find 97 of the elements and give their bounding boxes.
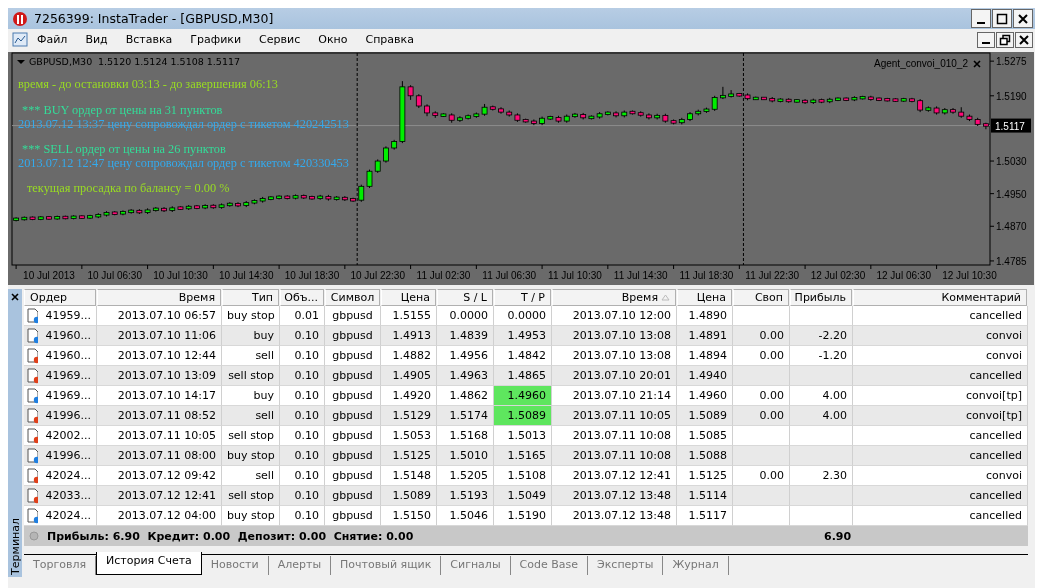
minimize-button[interactable] — [971, 9, 991, 28]
current-price-label: 1.5117 — [991, 118, 1031, 133]
column-header[interactable]: Время — [552, 289, 676, 306]
order-number: 42033... — [45, 488, 91, 504]
close-button[interactable] — [1013, 9, 1033, 28]
tab[interactable]: Алерты — [268, 556, 332, 575]
tab[interactable]: Code Base — [510, 556, 589, 575]
restore-button[interactable] — [996, 31, 1014, 48]
table-cell: 1.5089 — [494, 406, 552, 426]
column-header[interactable]: Комментарий — [853, 289, 1027, 306]
close-icon[interactable] — [11, 293, 19, 301]
status-icon — [29, 531, 39, 541]
dropdown-icon[interactable] — [17, 60, 25, 64]
column-header[interactable]: Объ... — [280, 289, 324, 306]
menu-item[interactable]: Окно — [309, 33, 357, 46]
time-axis-label: 11 Jul 18:30 — [679, 270, 734, 281]
column-header[interactable]: Время — [97, 289, 221, 306]
order-number: 41996... — [45, 408, 91, 424]
chart-message: *** SELL ордер от цены на 26 пунктов — [22, 142, 226, 156]
chart-message: 2013.07.12 13:37 цену сопровождал ордер с тикетом 420242513 — [18, 117, 349, 131]
price-tick-label: 1.4785 — [996, 255, 1027, 267]
tab[interactable]: Почтовый ящик — [331, 556, 442, 575]
time-axis-label: 10 Jul 14:30 — [219, 270, 274, 281]
window-title: 7256399: InstaTrader - [GBPUSD,M30] — [34, 11, 274, 26]
time-axis-label: 12 Jul 10:30 — [942, 270, 997, 281]
menu-item[interactable]: Файл — [28, 33, 77, 46]
menu-item[interactable]: Справка — [356, 33, 423, 46]
time-axis-label: 10 Jul 22:30 — [350, 270, 405, 281]
chart-message: текущая просадка по балансу = 0.00 % — [27, 181, 230, 195]
order-number: 41969... — [45, 368, 91, 384]
price-tick-label: 1.4870 — [996, 221, 1027, 233]
time-axis-label: 11 Jul 06:30 — [482, 270, 537, 281]
tab[interactable]: Сигналы — [441, 556, 511, 575]
order-number: 42024... — [45, 468, 91, 484]
time-axis-label: 12 Jul 02:30 — [810, 270, 866, 281]
maximize-icon — [996, 12, 1008, 25]
order-number: 41996... — [45, 448, 91, 464]
close-icon — [1017, 12, 1029, 25]
column-header[interactable]: Ордер — [24, 289, 96, 306]
tab[interactable]: История Счета — [96, 552, 202, 575]
tab[interactable]: Журнал — [663, 556, 729, 575]
time-axis-label: 11 Jul 10:30 — [548, 270, 602, 281]
chart-message: 2013.07.12 12:47 цену сопровождал ордер с тикетом 420330453 — [18, 156, 349, 170]
candlestick — [720, 86, 726, 100]
chart-message: *** BUY ордер от цены на 31 пунктов — [22, 103, 223, 117]
order-number: 41960... — [45, 348, 91, 364]
table-cell: 1.4960 — [494, 386, 552, 406]
time-axis-label: 11 Jul 14:30 — [613, 270, 668, 281]
tab[interactable]: Новости — [201, 556, 269, 575]
chart-message: время - до остановки 03:13 - до завершения 06:13 — [18, 77, 278, 91]
price-tick-label: 1.5190 — [996, 90, 1027, 102]
menu-item[interactable]: Вид — [76, 33, 117, 46]
time-axis-label: 11 Jul 02:30 — [416, 270, 471, 281]
order-number: 42024... — [45, 508, 91, 524]
menu-item[interactable]: Графики — [181, 33, 251, 46]
time-axis-label: 10 Jul 2013 — [23, 270, 75, 281]
symbol-label: GBPUSD,M30 — [29, 56, 93, 67]
price-tick-label: 1.5030 — [996, 156, 1027, 168]
candlestick — [366, 169, 373, 189]
price-tick-label: 1.4950 — [996, 188, 1027, 200]
column-header[interactable]: Прибыль — [790, 289, 852, 306]
close-icon — [1018, 33, 1030, 46]
column-header[interactable]: Символ — [325, 289, 380, 306]
column-header[interactable]: S / L — [437, 289, 493, 306]
column-header[interactable]: Тип — [222, 289, 279, 306]
menu-item[interactable]: Сервис — [250, 33, 310, 46]
restore-icon — [999, 33, 1011, 46]
order-number: 41960... — [45, 328, 91, 344]
time-axis-label: 10 Jul 10:30 — [153, 270, 208, 281]
time-axis-label: 11 Jul 22:30 — [745, 270, 800, 281]
expert-name: Agent_convoi_010_2 — [874, 58, 968, 69]
column-header[interactable]: Своп — [733, 289, 789, 306]
minimize-button[interactable] — [977, 31, 995, 48]
chart-window-icon — [12, 32, 28, 47]
close-button[interactable] — [1015, 31, 1033, 48]
column-header[interactable]: Цена — [381, 289, 436, 306]
time-axis-label: 12 Jul 06:30 — [876, 270, 931, 281]
tab[interactable]: Эксперты — [588, 556, 664, 575]
terminal-title: Терминал — [8, 518, 22, 575]
minimize-icon — [977, 22, 985, 24]
order-number: 41969... — [45, 388, 91, 404]
time-axis-label: 10 Jul 06:30 — [87, 270, 142, 281]
order-number: 42002... — [45, 428, 91, 444]
column-header[interactable]: Цена — [677, 289, 732, 306]
app-logo-icon — [12, 10, 28, 27]
maximize-button[interactable] — [992, 9, 1012, 28]
time-axis-label: 10 Jul 18:30 — [284, 270, 340, 281]
sort-icon — [661, 294, 670, 301]
column-header[interactable]: T / P — [494, 289, 551, 306]
price-tick-label: 1.5275 — [996, 56, 1027, 68]
ref-line-label: 1.5117 — [995, 120, 1026, 132]
minimize-icon — [982, 41, 990, 44]
summary-text: Прибыль: 6.90 Кредит: 0.00 Депозит: 0.00 Снятие: 0.00 — [47, 529, 414, 543]
order-number: 41959... — [45, 308, 91, 324]
ohlc-values: 1.5120 1.5124 1.5108 1.5117 — [98, 56, 241, 67]
menu-item[interactable]: Вставка — [116, 33, 182, 46]
total-profit: 6.90 — [824, 529, 852, 543]
